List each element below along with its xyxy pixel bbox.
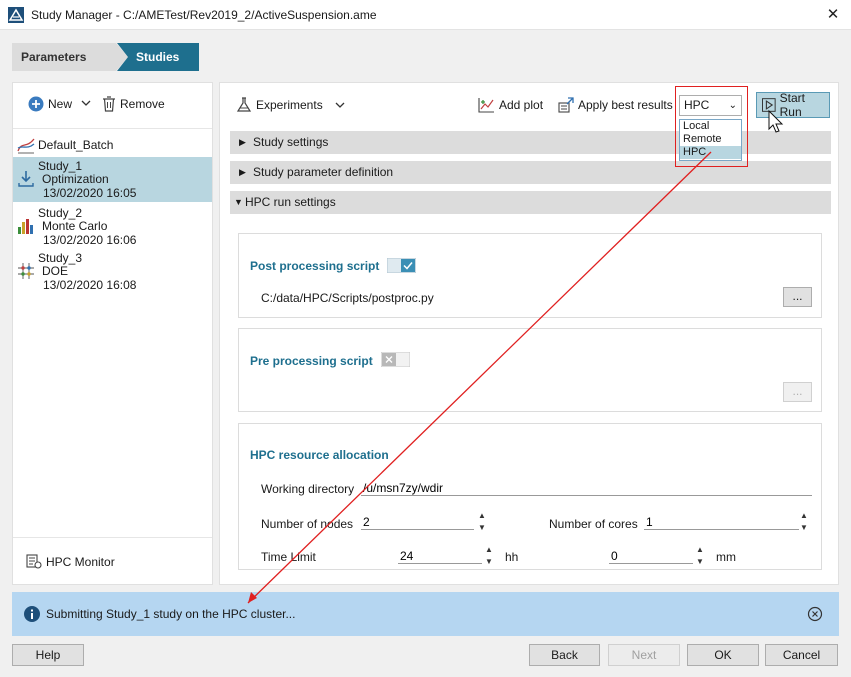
time-limit-label: Time Limit (261, 550, 316, 564)
post-processing-card: Post processing script C:/data/HPC/Scrip… (238, 233, 822, 318)
chevron-right-icon: ▶ (239, 167, 246, 177)
add-plot-button[interactable]: Add plot (478, 97, 543, 113)
apply-best-results-label: Apply best results (578, 98, 673, 112)
study-item-default-batch[interactable]: Default_Batch (13, 135, 212, 155)
close-circle-icon[interactable] (807, 606, 823, 622)
pre-processing-browse-button[interactable]: ... (783, 382, 812, 402)
hours-spinner[interactable]: ▲ ▼ (484, 546, 494, 566)
experiments-label: Experiments (256, 98, 323, 112)
minutes-spinner[interactable]: ▲ ▼ (695, 546, 705, 566)
number-of-nodes-label: Number of nodes (261, 517, 354, 531)
section-title: HPC run settings (245, 195, 336, 209)
study-date: 13/02/2020 16:06 (43, 233, 137, 247)
optimization-icon (18, 171, 34, 187)
ok-button[interactable]: OK (687, 644, 759, 666)
study-type: Optimization (42, 172, 109, 186)
annotation-highlight-box (675, 86, 748, 167)
chevron-right-icon: ▶ (239, 137, 246, 147)
study-type: DOE (42, 264, 69, 278)
apply-best-results-button[interactable]: Apply best results (558, 97, 673, 113)
pre-processing-title: Pre processing script (250, 354, 373, 368)
next-button[interactable]: Next (608, 644, 680, 666)
cancel-button[interactable]: Cancel (765, 644, 838, 666)
study-item-study-1[interactable]: Study_1 Optimization 13/02/2020 16:05 (13, 157, 212, 202)
remove-study-button[interactable]: Remove (102, 96, 165, 112)
close-window-button[interactable]: ✕ (822, 4, 844, 26)
chevron-down-icon[interactable] (81, 98, 91, 108)
window-title: Study Manager - C:/AMETest/Rev2019_2/Act… (31, 8, 377, 22)
hpc-resource-title: HPC resource allocation (250, 448, 389, 462)
study-list-toolbar: New Remove (13, 83, 212, 129)
time-limit-minutes-input[interactable] (609, 548, 693, 564)
title-bar: Study Manager - C:/AMETest/Rev2019_2/Act… (0, 0, 851, 30)
flask-icon (236, 97, 252, 112)
apply-results-icon (558, 97, 574, 113)
new-study-label: New (48, 97, 73, 111)
time-limit-hours-input[interactable] (398, 548, 482, 564)
hpc-resource-card: HPC resource allocation Working director… (238, 423, 822, 570)
trash-icon (103, 96, 115, 112)
tab-parameters[interactable]: Parameters (12, 43, 128, 71)
post-processing-path: C:/data/HPC/Scripts/postproc.py (261, 291, 434, 305)
batch-chart-icon (17, 138, 35, 154)
number-of-cores-label: Number of cores (549, 517, 638, 531)
working-directory-input[interactable] (361, 480, 812, 496)
plus-circle-icon (28, 96, 44, 112)
number-of-nodes-input[interactable] (361, 514, 474, 530)
pre-processing-card: Pre processing script ... (238, 328, 822, 412)
cores-spinner[interactable]: ▲ ▼ (799, 512, 809, 532)
post-processing-browse-button[interactable]: ... (783, 287, 812, 307)
app-icon (8, 7, 24, 23)
info-message-bar: Submitting Study_1 study on the HPC clus… (12, 592, 839, 636)
study-type: Monte Carlo (42, 219, 108, 233)
chevron-down-icon (335, 102, 345, 108)
pre-processing-toggle[interactable] (381, 352, 410, 367)
study-date: 13/02/2020 16:08 (43, 278, 137, 292)
nodes-spinner[interactable]: ▲ ▼ (477, 512, 487, 532)
play-icon (762, 98, 776, 112)
chevron-down-icon: ▼ (234, 197, 243, 207)
tab-studies[interactable]: Studies (117, 43, 199, 71)
start-run-button[interactable]: Start Run (756, 91, 830, 119)
monte-carlo-icon (18, 219, 33, 234)
study-name: Default_Batch (38, 138, 114, 152)
left-bottom-bar: HPC Monitor (13, 537, 212, 584)
number-of-cores-input[interactable] (644, 514, 799, 530)
doe-grid-icon (18, 263, 34, 279)
hpc-monitor-button[interactable]: HPC Monitor (26, 554, 115, 570)
monitor-icon (26, 554, 42, 569)
hours-unit: hh (505, 550, 519, 564)
info-message: Submitting Study_1 study on the HPC clus… (46, 607, 296, 621)
experiments-button[interactable]: Experiments (236, 97, 345, 113)
new-study-button[interactable]: New (28, 96, 72, 112)
back-button[interactable]: Back (529, 644, 600, 666)
add-plot-icon (478, 98, 494, 113)
add-plot-label: Add plot (499, 98, 544, 112)
minutes-unit: mm (716, 550, 736, 564)
study-date: 13/02/2020 16:05 (43, 186, 137, 200)
working-directory-label: Working directory (261, 482, 355, 496)
post-processing-toggle[interactable] (387, 258, 416, 273)
study-item-study-2[interactable]: Study_2 Monte Carlo 13/02/2020 16:06 (13, 205, 212, 250)
section-title: Study parameter definition (253, 165, 394, 179)
study-item-study-3[interactable]: Study_3 DOE 13/02/2020 16:08 (13, 250, 212, 295)
hpc-monitor-label: HPC Monitor (46, 555, 115, 569)
remove-study-label: Remove (120, 97, 165, 111)
section-hpc-run-settings[interactable]: ▼ HPC run settings (230, 191, 831, 214)
study-list-panel: New Remove Default_Batch Study_1 Optimiz… (12, 82, 213, 585)
post-processing-title: Post processing script (250, 259, 380, 273)
info-icon (24, 606, 40, 622)
help-button[interactable]: Help (12, 644, 84, 666)
section-title: Study settings (253, 135, 329, 149)
start-run-label: Start Run (779, 91, 805, 119)
